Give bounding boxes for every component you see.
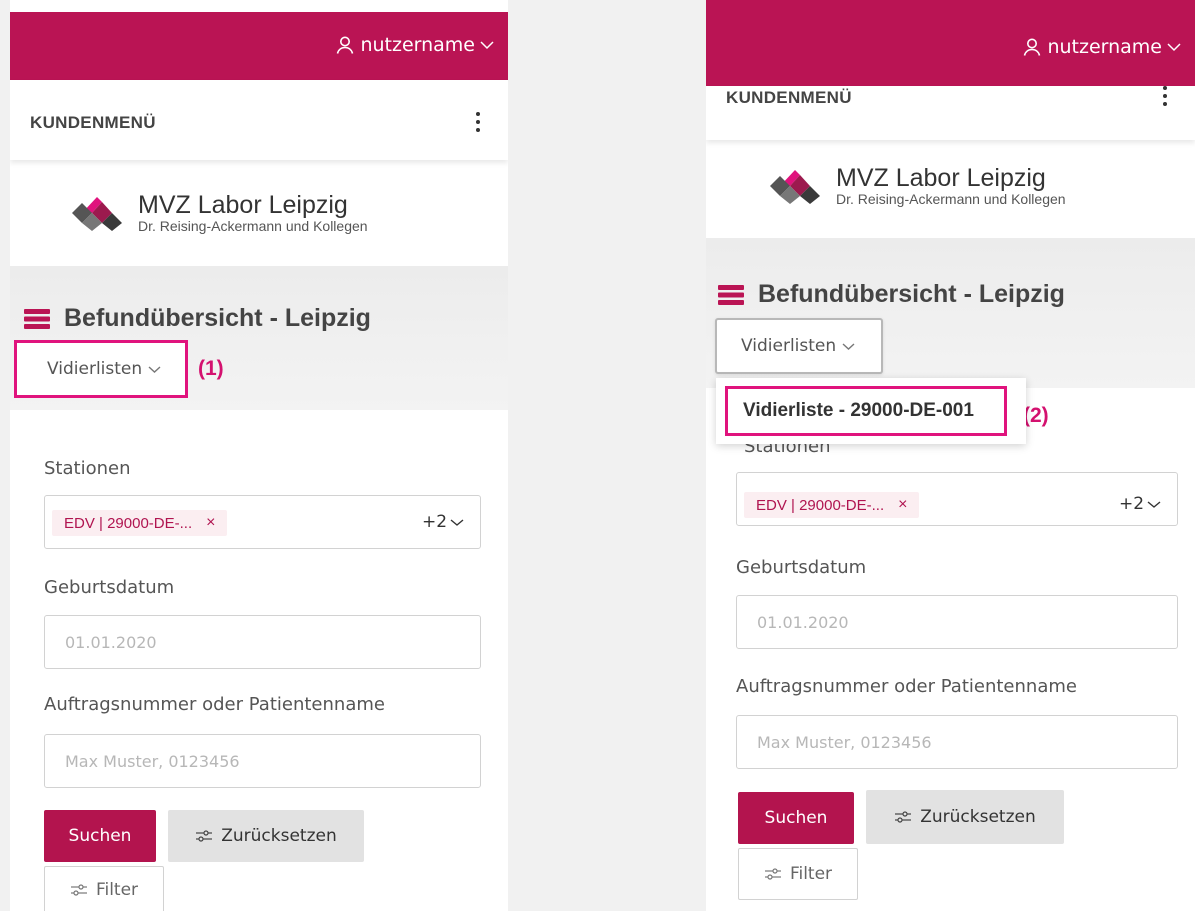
search-button[interactable]: Suchen	[738, 792, 854, 844]
vidierliste-option[interactable]: Vidierliste - 29000-DE-001	[725, 386, 1007, 436]
list-icon	[718, 284, 744, 305]
kebab-menu-icon[interactable]	[476, 112, 482, 132]
logo-mark-icon	[72, 197, 122, 231]
station-more[interactable]: +2	[422, 512, 464, 532]
page-title-text: Befundübersicht - Leipzig	[64, 304, 371, 332]
logo-subtitle: Dr. Reising-Ackermann und Kollegen	[138, 218, 368, 234]
station-tag-text: EDV | 29000-DE-...	[64, 514, 193, 532]
username: nutzername	[1047, 36, 1162, 58]
user-icon	[1024, 38, 1041, 56]
station-tag-text: EDV | 29000-DE-...	[756, 496, 885, 514]
chevron-down-icon	[480, 41, 494, 50]
geburtsdatum-input[interactable]: 01.01.2020	[736, 595, 1178, 649]
username: nutzername	[360, 34, 475, 56]
chevron-down-icon	[1147, 500, 1161, 508]
station-more-count: +2	[422, 512, 448, 532]
annotation-1: (1)	[198, 357, 224, 380]
sliders-icon	[764, 868, 781, 880]
auftrag-label: Auftragsnummer oder Patientenname	[44, 694, 385, 715]
customer-menu-title: KUNDENMENÜ	[726, 88, 852, 107]
page-title: Befundübersicht - Leipzig	[24, 304, 371, 333]
filter-label: Filter	[95, 880, 139, 900]
user-menu[interactable]: nutzername	[335, 34, 494, 56]
lab-logo: MVZ Labor Leipzig Dr. Reising-Ackermann …	[66, 192, 368, 234]
user-icon	[337, 36, 354, 54]
reset-label: Zurücksetzen	[221, 826, 337, 846]
annotation-2: (2)	[1023, 404, 1049, 427]
screen-expanded: nutzername KUNDENMENÜ MVZ Labor Leipzig …	[706, 0, 1195, 911]
logo-name: MVZ Labor Leipzig	[836, 164, 1046, 192]
stationen-label: Stationen	[44, 458, 131, 479]
top-bar: nutzername	[706, 0, 1195, 86]
customer-menu-title: KUNDENMENÜ	[30, 113, 156, 132]
search-button[interactable]: Suchen	[44, 810, 156, 862]
sliders-icon	[895, 811, 912, 823]
filter-button[interactable]: Filter	[738, 848, 858, 900]
station-more-count: +2	[1119, 494, 1145, 514]
auftrag-input[interactable]: Max Muster, 0123456	[736, 715, 1178, 769]
screen-collapsed: nutzername KUNDENMENÜ MVZ Labor Leipzig …	[10, 0, 508, 911]
page-title-text: Befundübersicht - Leipzig	[758, 280, 1065, 308]
geburtsdatum-label: Geburtsdatum	[44, 577, 175, 598]
customer-menu-bar: KUNDENMENÜ	[706, 86, 1195, 140]
kebab-menu-icon[interactable]	[1163, 86, 1169, 106]
vidierlisten-dropdown[interactable]: Vidierlisten	[715, 318, 883, 374]
lab-logo: MVZ Labor Leipzig Dr. Reising-Ackermann …	[764, 165, 1066, 207]
vidierlisten-label: Vidierlisten	[47, 359, 143, 379]
vidierlisten-label: Vidierlisten	[741, 336, 837, 356]
logo-name: MVZ Labor Leipzig	[138, 191, 348, 219]
logo-mark-icon	[770, 170, 820, 204]
station-tag: EDV | 29000-DE-... ×	[52, 510, 228, 536]
chevron-down-icon	[450, 518, 464, 526]
reset-button[interactable]: Zurücksetzen	[866, 790, 1064, 844]
logo-subtitle: Dr. Reising-Ackermann und Kollegen	[836, 191, 1066, 207]
chevron-down-icon	[1167, 43, 1181, 52]
filter-button[interactable]: Filter	[44, 866, 164, 911]
user-menu[interactable]: nutzername	[1022, 36, 1181, 58]
remove-tag-icon[interactable]: ×	[206, 514, 215, 532]
sliders-icon	[70, 884, 87, 896]
chevron-down-icon	[842, 342, 855, 350]
vidierlisten-dropdown[interactable]: Vidierlisten	[14, 340, 188, 398]
chevron-down-icon	[148, 365, 161, 373]
auftrag-input[interactable]: Max Muster, 0123456	[44, 734, 481, 788]
station-tag: EDV | 29000-DE-... ×	[744, 492, 920, 518]
geburtsdatum-input[interactable]: 01.01.2020	[44, 615, 481, 669]
customer-menu-bar: KUNDENMENÜ	[10, 80, 508, 160]
reset-button[interactable]: Zurücksetzen	[168, 810, 364, 862]
page-title: Befundübersicht - Leipzig	[718, 280, 1065, 309]
list-icon	[24, 308, 50, 329]
sliders-icon	[196, 830, 213, 842]
geburtsdatum-label: Geburtsdatum	[736, 557, 867, 578]
station-more[interactable]: +2	[1119, 494, 1161, 514]
remove-tag-icon[interactable]: ×	[898, 496, 907, 514]
auftrag-label: Auftragsnummer oder Patientenname	[736, 676, 1077, 697]
reset-label: Zurücksetzen	[920, 807, 1036, 827]
top-bar: nutzername	[10, 12, 508, 80]
vidierlisten-menu: Vidierliste - 29000-DE-001	[716, 378, 1026, 444]
filter-label: Filter	[789, 864, 833, 884]
